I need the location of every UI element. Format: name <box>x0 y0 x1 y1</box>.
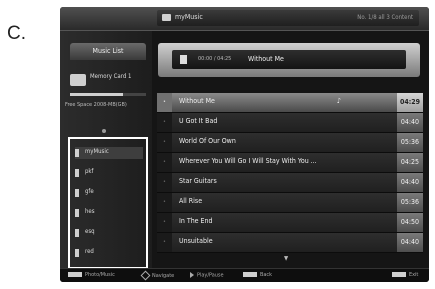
key-icon <box>68 272 82 277</box>
back-hint: Back <box>243 272 272 280</box>
track-duration: 04:40 <box>397 233 423 252</box>
track-bullet: • <box>157 93 172 112</box>
folder-path: myMusic <box>175 13 203 21</box>
dot-icon <box>102 129 106 133</box>
track-bullet: • <box>157 153 172 172</box>
track-bullet: • <box>157 193 172 212</box>
track-duration: 05:36 <box>397 133 423 152</box>
track-row[interactable]: • Wherever You Will Go I Will Stay With … <box>157 153 423 173</box>
tv-screen: myMusic No. 1/8 all 3 Content Music List… <box>60 7 429 282</box>
storage-text: Free Space 2008-MB(GB) <box>65 102 127 108</box>
top-bar: myMusic No. 1/8 all 3 Content <box>60 7 429 31</box>
key-icon <box>243 272 257 277</box>
file-icon <box>75 209 79 217</box>
navigate-hint: Navigate <box>140 270 175 281</box>
track-list: • Without Me ♪ 04:29 • U Got It Bad 04:4… <box>157 93 423 266</box>
memory-card-icon <box>70 74 86 86</box>
now-playing-header: 00:00 / 04:25 Without Me <box>158 43 420 77</box>
track-count: No. 1/8 all 3 Content <box>357 14 413 21</box>
folder-label: gfe <box>85 188 94 195</box>
folder-label: hes <box>85 208 95 215</box>
file-icon <box>75 229 79 237</box>
folder-label: pkf <box>85 168 94 175</box>
navigate-icon <box>140 270 151 281</box>
track-duration: 04:40 <box>397 113 423 132</box>
folder-item-3[interactable]: hes <box>75 207 143 219</box>
exit-label: Exit <box>409 272 419 278</box>
storage-bar-fill <box>70 93 124 96</box>
track-title: Without Me <box>179 97 215 105</box>
now-playing-bar: 00:00 / 04:25 Without Me <box>172 50 406 69</box>
back-label: Back <box>260 272 273 278</box>
key-icon <box>392 272 406 277</box>
folder-item-0[interactable]: myMusic <box>75 147 143 159</box>
playing-indicator: ♪ <box>337 97 342 105</box>
now-playing-time: 00:00 / 04:25 <box>198 56 232 62</box>
photo-music-hint: Photo/Music <box>68 272 115 280</box>
track-row[interactable]: • Without Me ♪ 04:29 <box>157 93 423 113</box>
track-title: World Of Our Own <box>179 137 236 145</box>
track-title: Unsuitable <box>179 237 213 245</box>
track-title: U Got It Bad <box>179 117 218 125</box>
music-file-icon <box>180 55 187 64</box>
file-icon <box>75 189 79 197</box>
file-icon <box>75 169 79 177</box>
track-row[interactable]: • Unsuitable 04:40 <box>157 233 423 253</box>
scroll-down-icon[interactable]: ▼ <box>284 255 288 262</box>
track-row[interactable]: • World Of Our Own 05:36 <box>157 133 423 153</box>
track-row[interactable]: • Star Guitars 04:40 <box>157 173 423 193</box>
folder-item-4[interactable]: esq <box>75 227 143 239</box>
track-title: Star Guitars <box>179 177 217 185</box>
track-row[interactable]: • All Rise 05:36 <box>157 193 423 213</box>
track-bullet: • <box>157 173 172 192</box>
memory-card-label[interactable]: Memory Card 1 <box>90 73 148 80</box>
folder-label: myMusic <box>85 148 109 155</box>
track-duration: 04:29 <box>397 93 423 112</box>
now-playing-title: Without Me <box>248 55 284 63</box>
play-hint: Play/Pause <box>190 272 224 280</box>
track-bullet: • <box>157 133 172 152</box>
track-title: All Rise <box>179 197 203 205</box>
exit-hint: Exit <box>392 272 418 280</box>
folder-label: esq <box>85 228 95 235</box>
track-row[interactable]: • U Got It Bad 04:40 <box>157 113 423 133</box>
sidebar: Music List Memory Card 1 Free Space 2008… <box>60 31 152 269</box>
folder-path-bar: myMusic No. 1/8 all 3 Content <box>157 10 419 26</box>
figure-label: C. <box>7 23 26 44</box>
photo-music-label: Photo/Music <box>85 272 115 278</box>
track-duration: 04:25 <box>397 153 423 172</box>
file-icon <box>75 249 79 257</box>
folder-list: myMusic pkf gfe hes esq red <box>68 137 148 269</box>
track-title: In The End <box>179 217 213 225</box>
folder-item-2[interactable]: gfe <box>75 187 143 199</box>
track-duration: 04:50 <box>397 213 423 232</box>
tab-music-list[interactable]: Music List <box>70 43 146 60</box>
folder-icon <box>162 14 171 21</box>
track-duration: 04:40 <box>397 173 423 192</box>
navigate-label: Navigate <box>152 273 175 279</box>
folder-label: red <box>85 248 94 255</box>
track-duration: 05:36 <box>397 193 423 212</box>
track-title: Wherever You Will Go I Will Stay With Yo… <box>179 157 317 165</box>
track-bullet: • <box>157 113 172 132</box>
bottom-bar: Photo/Music Navigate Play/Pause Back Exi… <box>60 268 429 282</box>
play-icon <box>190 272 194 278</box>
track-bullet: • <box>157 213 172 232</box>
folder-item-5[interactable]: red <box>75 247 143 259</box>
file-icon <box>75 149 79 157</box>
play-label: Play/Pause <box>197 272 224 279</box>
storage-bar <box>70 93 146 96</box>
folder-item-1[interactable]: pkf <box>75 167 143 179</box>
track-bullet: • <box>157 233 172 252</box>
track-row[interactable]: • In The End 04:50 <box>157 213 423 233</box>
